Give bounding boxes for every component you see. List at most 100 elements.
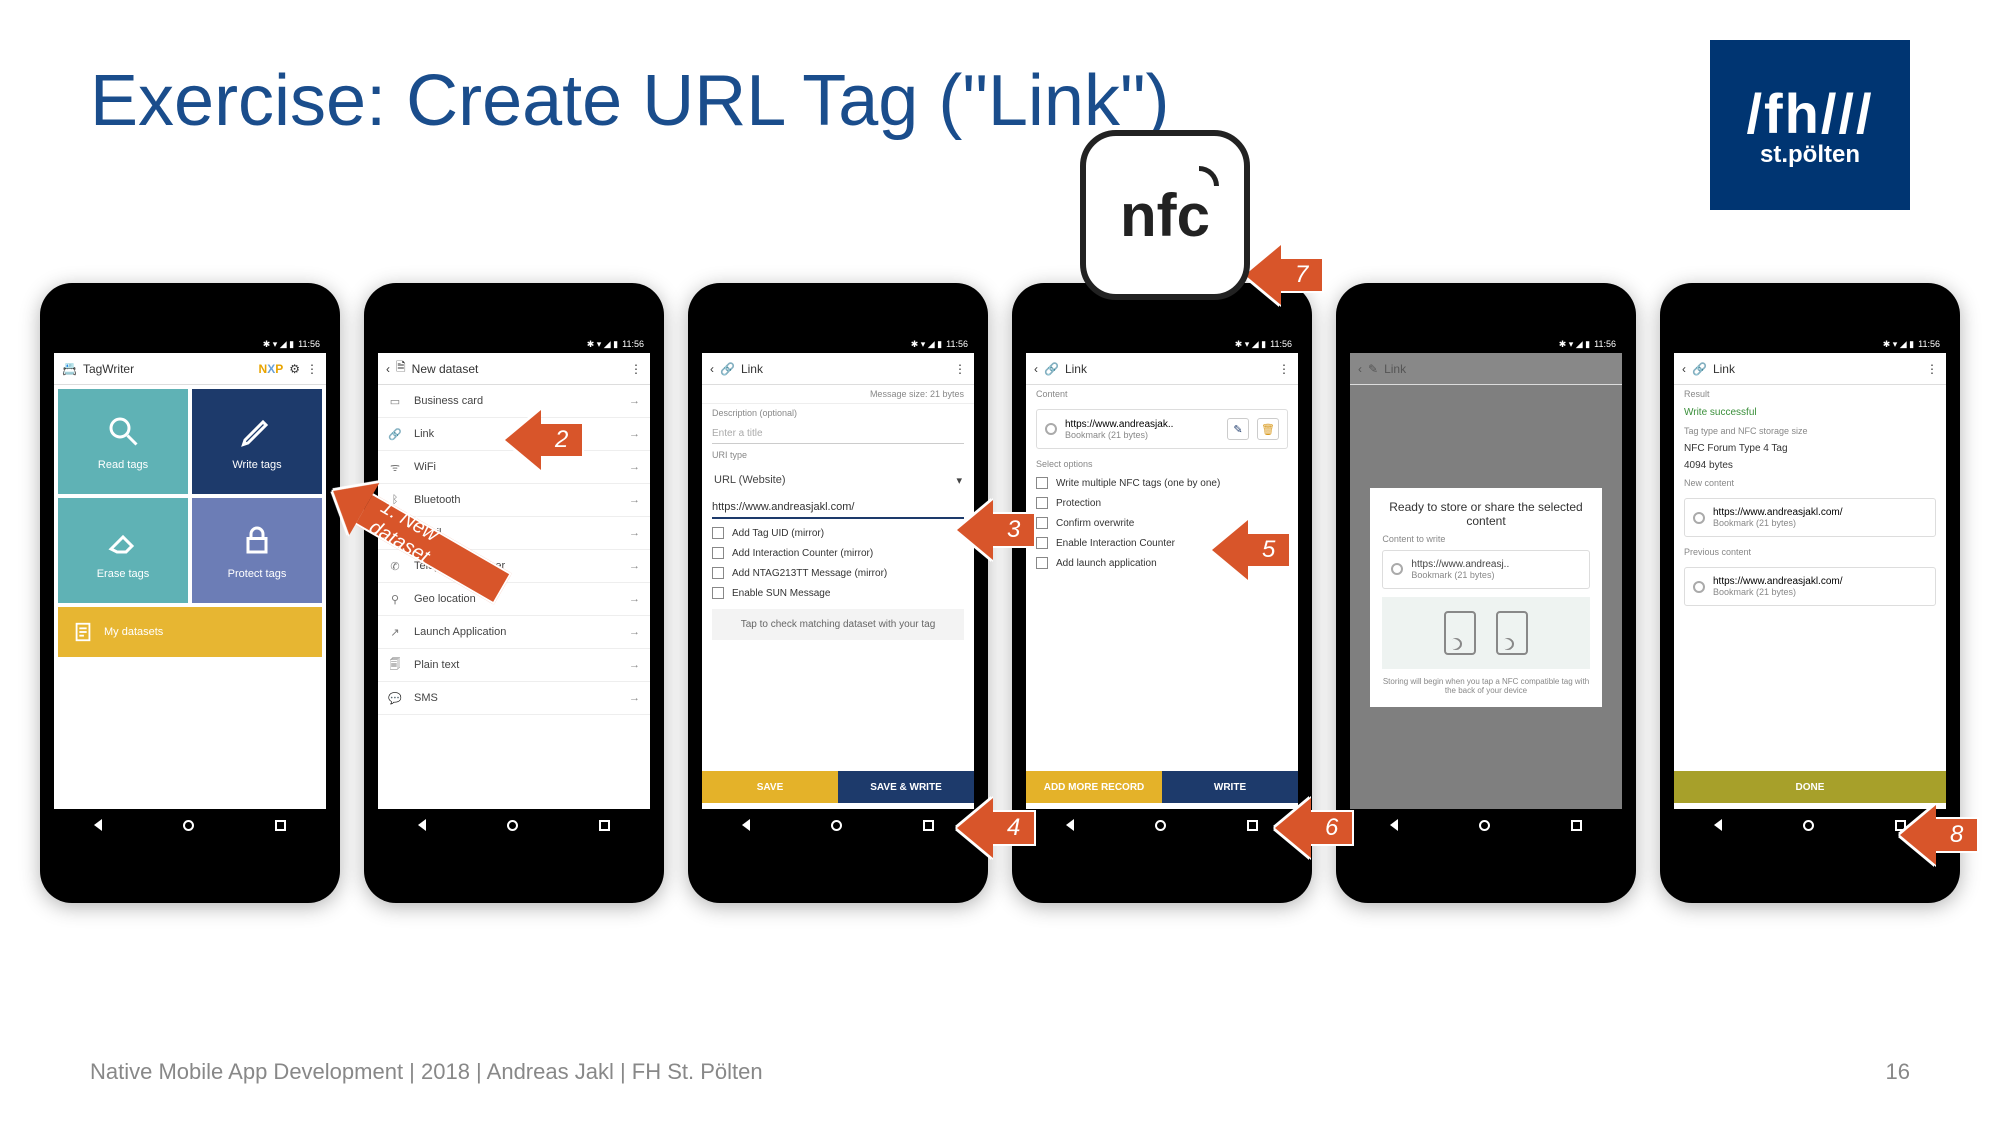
tile-write-tags[interactable]: Write tags — [192, 389, 322, 494]
write-dialog: Ready to store or share the selected con… — [1370, 488, 1601, 707]
content-label: Content — [1026, 385, 1298, 403]
tile-protect-tags[interactable]: Protect tags — [192, 498, 322, 603]
phone-4: ✱ ▾ ◢ ▮ 11:56 ‹ 🔗 Link ⋮ Content https:/… — [1012, 283, 1312, 903]
modal-scrim[interactable]: Ready to store or share the selected con… — [1350, 385, 1622, 809]
check-ntag-message[interactable]: Add NTAG213TT Message (mirror) — [702, 563, 974, 583]
home-icon[interactable] — [1479, 820, 1490, 831]
tag-type-label: Tag type and NFC storage size — [1674, 422, 1946, 440]
phone-1: ✱ ▾ ◢ ▮ 11:56 📇 TagWriter NXP ⚙ ⋮ Read t… — [40, 283, 340, 903]
callout-8: 8 — [1900, 805, 1979, 865]
check-interaction-counter[interactable]: Add Interaction Counter (mirror) — [702, 543, 974, 563]
delete-icon[interactable]: 🗑 — [1257, 418, 1279, 440]
back-icon[interactable] — [418, 819, 426, 831]
back-chevron-icon[interactable]: ‹ — [710, 362, 714, 376]
status-bar: ✱ ▾ ◢ ▮ 11:56 — [54, 335, 326, 353]
row-label: Link — [414, 428, 434, 440]
uri-type-dropdown[interactable]: URL (Website)▾ — [712, 468, 964, 493]
recents-icon[interactable] — [599, 820, 610, 831]
checkbox-icon — [1036, 497, 1048, 509]
overflow-icon[interactable]: ⋮ — [630, 362, 642, 376]
back-chevron-icon[interactable]: ‹ — [1034, 362, 1038, 376]
edit-icon[interactable]: ✎ — [1227, 418, 1249, 440]
tile-erase-tags[interactable]: Erase tags — [58, 498, 188, 603]
location-icon: ⚲ — [388, 593, 402, 606]
row-plain-text[interactable]: 🗐Plain text→ — [378, 649, 650, 682]
tile-label: Protect tags — [228, 568, 287, 580]
chevron-right-icon: → — [629, 692, 640, 704]
row-launch-app[interactable]: ↗Launch Application→ — [378, 616, 650, 649]
app-bar: ‹ 🔗 Link ⋮ — [1026, 353, 1298, 385]
save-write-button[interactable]: SAVE & WRITE — [838, 771, 974, 803]
card-url: https://www.andreasjakl.com/ — [1713, 507, 1927, 518]
checkbox-label: Enable Interaction Counter — [1056, 538, 1175, 549]
bookmark-url: https://www.andreasj.. — [1411, 559, 1580, 570]
callout-7: 7 — [1245, 245, 1324, 305]
status-time: 11:56 — [1270, 339, 1292, 349]
checkbox-label: Add launch application — [1056, 558, 1157, 569]
home-icon[interactable] — [1155, 820, 1166, 831]
title-input[interactable]: Enter a title — [712, 424, 964, 444]
device-illustration — [1382, 597, 1589, 669]
new-content-label: New content — [1674, 474, 1946, 492]
home-icon[interactable] — [183, 820, 194, 831]
checkbox-label: Add Interaction Counter (mirror) — [732, 548, 873, 559]
chevron-down-icon: ▾ — [956, 474, 962, 487]
recents-icon[interactable] — [923, 820, 934, 831]
back-chevron-icon[interactable]: ‹ — [1682, 362, 1686, 376]
chevron-right-icon: → — [629, 560, 640, 572]
row-geo[interactable]: ⚲Geo location→ — [378, 583, 650, 616]
recents-icon[interactable] — [275, 820, 286, 831]
pencil-icon: ✎ — [1368, 362, 1378, 376]
app-title: TagWriter — [83, 362, 134, 376]
status-time: 11:56 — [946, 339, 968, 349]
result-value: Write successful — [1674, 403, 1946, 422]
row-label: Business card — [414, 395, 483, 407]
tile-read-tags[interactable]: Read tags — [58, 389, 188, 494]
recents-icon[interactable] — [1571, 820, 1582, 831]
checkbox-icon — [712, 567, 724, 579]
recents-icon[interactable] — [1247, 820, 1258, 831]
done-button[interactable]: DONE — [1674, 771, 1946, 803]
dialog-subtitle: Content to write — [1382, 534, 1589, 544]
home-icon[interactable] — [507, 820, 518, 831]
gear-icon[interactable]: ⚙ — [289, 362, 300, 376]
back-icon[interactable] — [94, 819, 102, 831]
back-icon[interactable] — [1066, 819, 1074, 831]
chevron-right-icon: → — [629, 593, 640, 605]
hint-box[interactable]: Tap to check matching dataset with your … — [712, 609, 964, 640]
save-button[interactable]: SAVE — [702, 771, 838, 803]
bookmark-url: https://www.andreasjak.. — [1065, 419, 1219, 430]
new-content-card: https://www.andreasjakl.com/Bookmark (21… — [1684, 498, 1936, 537]
overflow-icon[interactable]: ⋮ — [306, 362, 318, 376]
nfc-label: nfc — [1120, 181, 1210, 250]
android-nav — [54, 809, 326, 841]
check-sun-message[interactable]: Enable SUN Message — [702, 583, 974, 603]
checkbox-label: Add Tag UID (mirror) — [732, 528, 824, 539]
app-bar-dimmed: ‹ ✎ Link — [1350, 353, 1622, 385]
overflow-icon[interactable]: ⋮ — [1278, 362, 1290, 376]
radio-icon — [1391, 563, 1403, 575]
add-more-record-button[interactable]: ADD MORE RECORD — [1026, 771, 1162, 803]
overflow-icon[interactable]: ⋮ — [1926, 362, 1938, 376]
chevron-right-icon: → — [629, 461, 640, 473]
phone-2: ✱ ▾ ◢ ▮ 11:56 ‹ 🗎 New dataset ⋮ ▭Busines… — [364, 283, 664, 903]
url-input[interactable]: https://www.andreasjakl.com/ — [712, 497, 964, 519]
back-icon[interactable] — [1714, 819, 1722, 831]
row-sms[interactable]: 💬SMS→ — [378, 682, 650, 715]
bookmark-card[interactable]: https://www.andreasjak.. Bookmark (21 by… — [1036, 409, 1288, 449]
nfc-badge: nfc — [1080, 130, 1250, 300]
home-icon[interactable] — [831, 820, 842, 831]
home-icon[interactable] — [1803, 820, 1814, 831]
back-icon[interactable] — [1390, 819, 1398, 831]
opt-protection[interactable]: Protection — [1026, 493, 1298, 513]
callout-label: 4 — [1007, 814, 1020, 842]
back-chevron-icon[interactable]: ‹ — [386, 362, 390, 376]
uri-type-label: URI type — [702, 446, 974, 464]
tile-my-datasets[interactable]: My datasets — [58, 607, 322, 657]
back-icon[interactable] — [742, 819, 750, 831]
check-add-uid[interactable]: Add Tag UID (mirror) — [702, 523, 974, 543]
opt-write-multiple[interactable]: Write multiple NFC tags (one by one) — [1026, 473, 1298, 493]
overflow-icon[interactable]: ⋮ — [954, 362, 966, 376]
document-icon — [72, 621, 94, 643]
checkbox-icon — [1036, 477, 1048, 489]
